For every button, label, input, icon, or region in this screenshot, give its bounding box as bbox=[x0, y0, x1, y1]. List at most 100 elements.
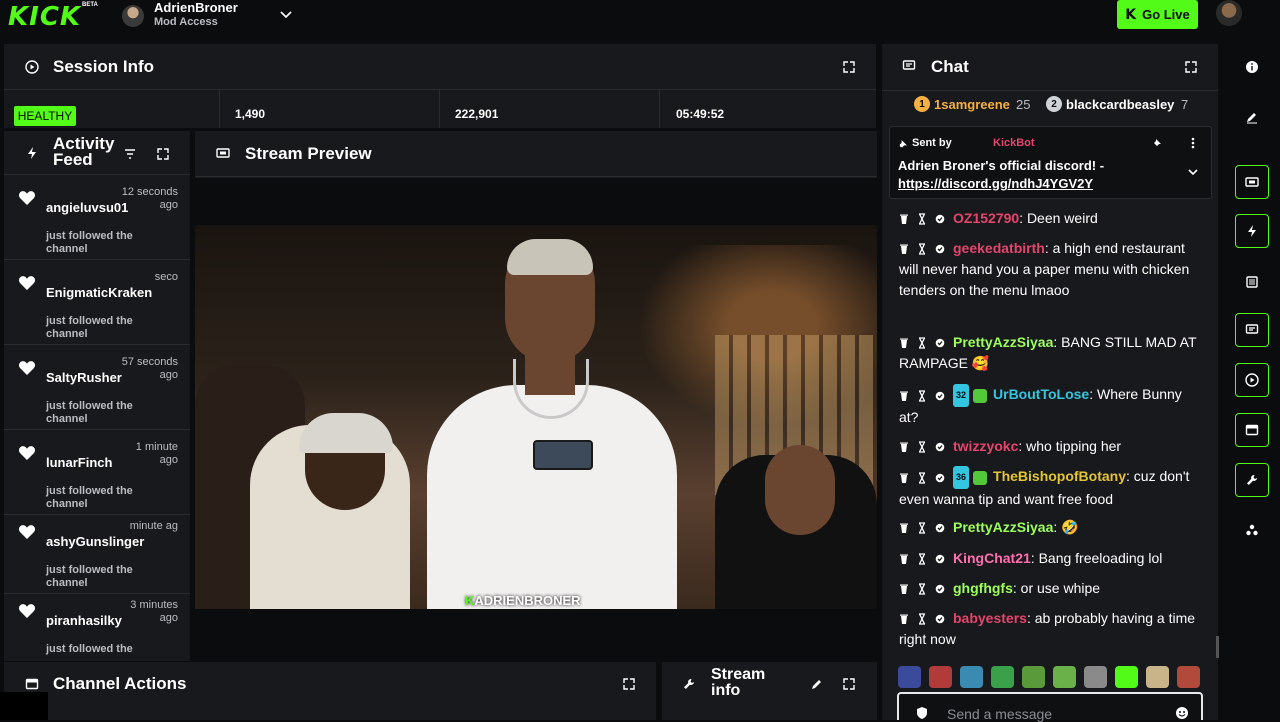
chat-toggle[interactable] bbox=[1235, 313, 1269, 347]
video-player[interactable]: KADRIENBRONER bbox=[195, 225, 877, 609]
chat-username[interactable]: geekedatbirth bbox=[953, 240, 1045, 256]
user-avatar[interactable] bbox=[1216, 0, 1242, 26]
trash-icon[interactable] bbox=[899, 390, 909, 402]
chat-input-box[interactable]: Send a message bbox=[897, 692, 1203, 722]
wrench-icon bbox=[1247, 475, 1257, 485]
activity-item: lunarFinch 1 minute ago just followed th… bbox=[4, 431, 190, 515]
chat-username[interactable]: TheBishopofBotany bbox=[993, 468, 1126, 484]
emote[interactable] bbox=[929, 666, 952, 688]
list-button[interactable] bbox=[1235, 265, 1269, 299]
emote[interactable] bbox=[1053, 666, 1076, 688]
emote[interactable] bbox=[898, 666, 921, 688]
trash-icon[interactable] bbox=[899, 337, 909, 349]
timeout-icon[interactable] bbox=[917, 389, 927, 402]
unpin-icon[interactable] bbox=[1151, 137, 1163, 149]
emote[interactable] bbox=[1022, 666, 1045, 688]
pinned-sender[interactable]: KickBot bbox=[993, 137, 1035, 149]
leader-name[interactable]: 1samgreene bbox=[934, 97, 1010, 112]
chat-username[interactable]: OZ152790 bbox=[953, 210, 1019, 226]
trash-icon[interactable] bbox=[899, 213, 909, 225]
trash-icon[interactable] bbox=[899, 243, 909, 255]
ban-icon[interactable] bbox=[935, 522, 945, 534]
chat-username[interactable]: twizzyokc bbox=[953, 438, 1018, 454]
timeout-icon[interactable] bbox=[917, 243, 927, 255]
chat-message: twizzyokc: who tipping her bbox=[899, 436, 1199, 457]
chat-scrollbar[interactable] bbox=[1216, 636, 1219, 658]
go-live-label: Go Live bbox=[1142, 7, 1190, 22]
expand-icon[interactable] bbox=[842, 677, 856, 691]
emote[interactable] bbox=[1177, 666, 1200, 688]
timeout-icon[interactable] bbox=[917, 553, 927, 565]
timeout-icon[interactable] bbox=[917, 522, 927, 534]
trash-icon[interactable] bbox=[899, 553, 909, 565]
chat-username[interactable]: KingChat21 bbox=[953, 550, 1031, 566]
chat-username[interactable]: UrBoutToLose bbox=[993, 386, 1089, 402]
filter-icon[interactable] bbox=[123, 147, 137, 161]
info-button[interactable] bbox=[1235, 50, 1269, 84]
timeout-icon[interactable] bbox=[917, 441, 927, 453]
leader-name[interactable]: blackcardbeasley bbox=[1066, 97, 1174, 112]
chat-text: : or use whipe bbox=[1012, 580, 1101, 596]
emote[interactable] bbox=[1115, 666, 1138, 688]
ban-icon[interactable] bbox=[935, 390, 945, 402]
activity-time: 12 seconds ago bbox=[121, 186, 178, 211]
trash-icon[interactable] bbox=[899, 583, 909, 595]
channel-name[interactable]: AdrienBroner bbox=[154, 0, 238, 15]
more-vertical-icon[interactable] bbox=[1188, 137, 1198, 149]
activity-user[interactable]: ashyGunslinger bbox=[46, 534, 178, 549]
chat-username[interactable]: babyesters bbox=[953, 610, 1027, 626]
stream-info-toggle[interactable] bbox=[1235, 463, 1269, 497]
timeout-icon[interactable] bbox=[917, 471, 927, 484]
pinned-link[interactable]: https://discord.gg/ndhJ4YGV2Y bbox=[898, 176, 1093, 191]
ban-icon[interactable] bbox=[935, 613, 945, 625]
ban-icon[interactable] bbox=[935, 337, 945, 349]
trash-icon[interactable] bbox=[899, 472, 909, 484]
go-live-button[interactable]: K Go Live bbox=[1117, 0, 1198, 29]
edit-layout-button[interactable] bbox=[1235, 100, 1269, 134]
kick-logo[interactable]: KICK bbox=[8, 2, 81, 32]
session-info-toggle[interactable] bbox=[1235, 363, 1269, 397]
timeout-icon[interactable] bbox=[917, 583, 927, 595]
more-widgets-button[interactable] bbox=[1235, 513, 1269, 547]
ban-icon[interactable] bbox=[935, 583, 945, 595]
stream-info-panel bbox=[662, 662, 877, 720]
info-icon bbox=[1246, 61, 1258, 73]
expand-icon[interactable] bbox=[622, 677, 636, 691]
emoji-icon[interactable] bbox=[1175, 706, 1189, 720]
channel-avatar[interactable] bbox=[122, 5, 144, 27]
video-frame bbox=[765, 445, 835, 535]
ban-icon[interactable] bbox=[935, 441, 945, 453]
video-frame bbox=[533, 440, 593, 470]
emote[interactable] bbox=[1084, 666, 1107, 688]
channel-actions-toggle[interactable] bbox=[1235, 413, 1269, 447]
emote[interactable] bbox=[960, 666, 983, 688]
activity-time: 57 seconds ago bbox=[121, 356, 178, 381]
emote[interactable] bbox=[991, 666, 1014, 688]
ban-icon[interactable] bbox=[935, 553, 945, 565]
expand-icon[interactable] bbox=[842, 60, 856, 74]
timeout-icon[interactable] bbox=[917, 213, 927, 225]
chevron-down-icon[interactable] bbox=[1187, 166, 1199, 178]
stream-preview-toggle[interactable] bbox=[1235, 165, 1269, 199]
trash-icon[interactable] bbox=[899, 522, 909, 534]
expand-icon[interactable] bbox=[156, 147, 170, 161]
activity-description: just followed the bbox=[46, 643, 133, 655]
activity-feed-toggle[interactable] bbox=[1235, 214, 1269, 248]
ban-icon[interactable] bbox=[935, 243, 945, 255]
heart-icon bbox=[18, 604, 36, 618]
trash-icon[interactable] bbox=[899, 441, 909, 453]
edit-icon[interactable] bbox=[810, 677, 824, 691]
chat-username[interactable]: PrettyAzzSiyaa bbox=[953, 334, 1053, 350]
chat-username[interactable]: ghgfhgfs bbox=[953, 580, 1013, 596]
timeout-icon[interactable] bbox=[917, 337, 927, 349]
stream-info-title-line2: info bbox=[711, 682, 741, 699]
ban-icon[interactable] bbox=[935, 472, 945, 484]
trash-icon[interactable] bbox=[899, 613, 909, 625]
ban-icon[interactable] bbox=[935, 213, 945, 225]
timeout-icon[interactable] bbox=[917, 613, 927, 625]
activity-user[interactable]: EnigmaticKraken bbox=[46, 285, 178, 300]
expand-icon[interactable] bbox=[1184, 60, 1198, 74]
chevron-down-icon[interactable] bbox=[278, 6, 294, 22]
emote[interactable] bbox=[1146, 666, 1169, 688]
chat-username[interactable]: PrettyAzzSiyaa bbox=[953, 519, 1053, 535]
